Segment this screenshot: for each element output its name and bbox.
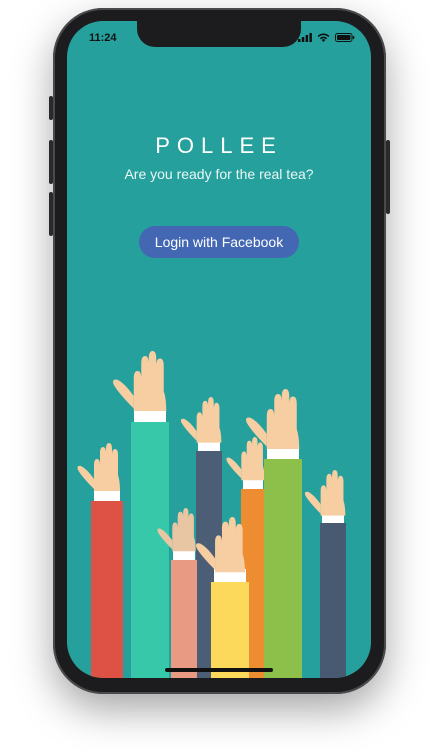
power-button	[386, 140, 390, 214]
raised-arm	[304, 470, 346, 678]
volume-up-button	[49, 140, 53, 184]
raised-arm	[77, 443, 123, 678]
home-indicator[interactable]	[165, 668, 273, 672]
raised-hands-illustration	[77, 351, 346, 678]
silent-switch	[49, 96, 53, 120]
app-screen: 11:24 POLLEE Are you ready for the real …	[67, 21, 371, 678]
volume-down-button	[49, 192, 53, 236]
